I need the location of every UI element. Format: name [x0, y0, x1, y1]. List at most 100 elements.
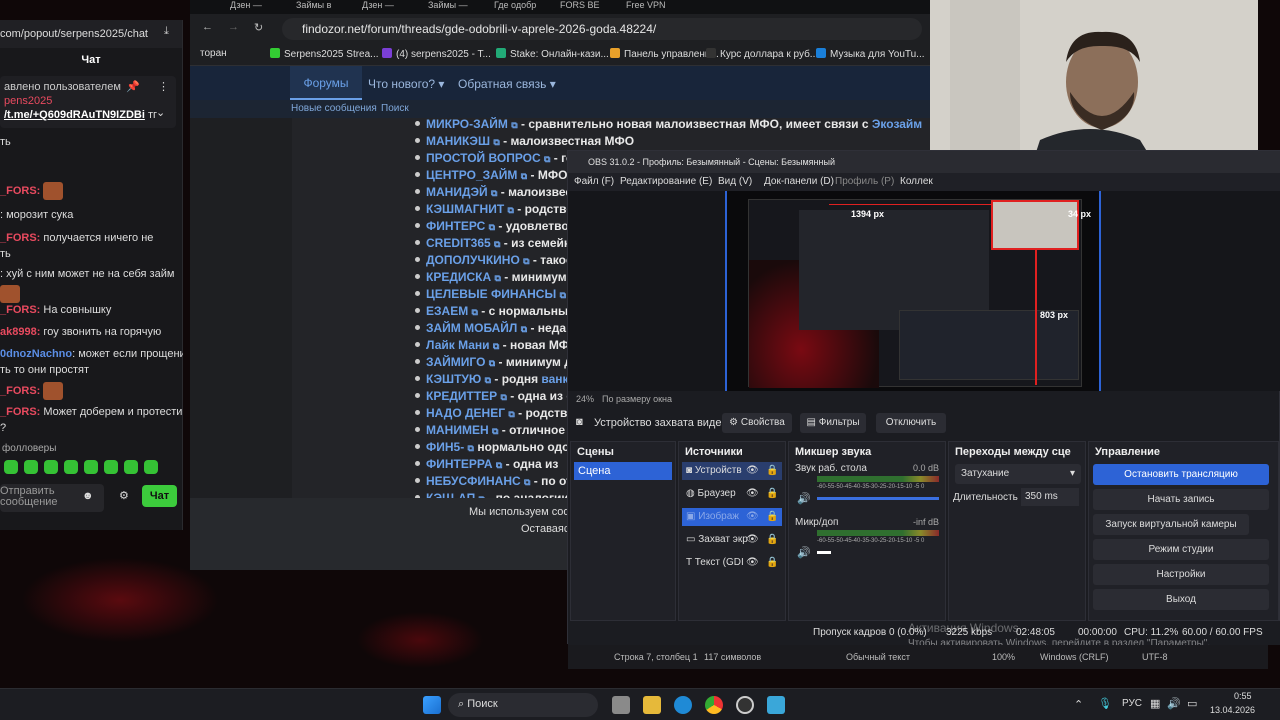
clock-date[interactable]: 13.04.2026 [1210, 705, 1255, 715]
pinned-link[interactable]: /t.me/+Q609dRAuTN9IZDBi [4, 109, 145, 121]
chat-username[interactable]: _FORS: [0, 232, 40, 244]
eye-icon[interactable]: 👁 [746, 531, 759, 549]
chrome-icon[interactable] [705, 696, 723, 714]
chat-username[interactable]: 0dnozNachno [0, 348, 72, 360]
properties-button[interactable]: ⚙ Свойства [722, 413, 792, 433]
emoji-icon[interactable]: ☻ [82, 490, 94, 502]
lender-link[interactable]: КРЕДИТТЕР [426, 389, 497, 403]
lender-link[interactable]: КЭШМАГНИТ [426, 202, 504, 216]
lender-link[interactable]: ЦЕЛЕВЫЕ ФИНАНСЫ [426, 287, 556, 301]
eye-icon[interactable]: 👁 [746, 508, 759, 526]
duration-field[interactable]: 350 ms [1021, 488, 1079, 506]
speaker-icon[interactable]: 🔊 [797, 492, 811, 505]
chat-username[interactable]: ak8998: [0, 326, 40, 338]
obs-menu-item[interactable]: Файл (F) [574, 176, 614, 187]
lender-link[interactable]: ДОПОЛУЧКИНО [426, 253, 520, 267]
notepad-icon[interactable] [767, 696, 785, 714]
lender-link[interactable]: ФИНТЕРРА [426, 457, 493, 471]
chat-url-bar[interactable]: com/popout/serpens2025/chat ⤓ [0, 20, 182, 48]
clock-time[interactable]: 0:55 [1234, 691, 1252, 701]
mixer-ch2-fader[interactable] [817, 551, 831, 554]
control-button[interactable]: Начать запись [1093, 489, 1269, 510]
chat-username[interactable]: _FORS: [0, 304, 40, 316]
lender-link[interactable]: НАДО ДЕНЕГ [426, 406, 505, 420]
eye-icon[interactable]: 👁 [746, 485, 759, 503]
lender-link[interactable]: НЕБУСФИНАНС [426, 474, 521, 488]
lender-link[interactable]: МАНИМЕН [426, 423, 489, 437]
lender-link[interactable]: CREDIT365 [426, 236, 491, 250]
lock-icon[interactable]: 🔒 [766, 554, 778, 572]
fit-mode[interactable]: По размеру окна [602, 394, 672, 404]
control-button[interactable]: Выход [1093, 589, 1269, 610]
more-icon[interactable]: ⋮ [158, 80, 169, 94]
lender-link[interactable]: МАНИДЭЙ [426, 185, 488, 199]
taskbar-search[interactable]: ⌕ Поиск [448, 693, 598, 717]
explorer-icon[interactable] [643, 696, 661, 714]
source-item[interactable]: T Текст (GDI 👁 🔒 [682, 554, 782, 572]
send-button[interactable]: Чат [142, 485, 177, 507]
disable-button[interactable]: Отключить [876, 413, 946, 433]
mixer-ch1-fader[interactable] [817, 497, 939, 500]
emote-row[interactable] [4, 460, 164, 477]
pin-icon[interactable]: 📌 [126, 80, 140, 94]
lender-link[interactable]: ЗАЙМ МОБАЙЛ [426, 321, 517, 335]
network-icon[interactable]: ▦ [1150, 697, 1160, 710]
chat-username[interactable]: _FORS: [0, 185, 40, 197]
obs-menu-item[interactable]: Вид (V) [718, 176, 752, 187]
lock-icon[interactable]: 🔒 [766, 531, 778, 549]
lock-icon[interactable]: 🔒 [766, 462, 778, 480]
lock-icon[interactable]: 🔒 [766, 508, 778, 526]
scene-item[interactable]: Сцена [574, 462, 672, 480]
lender-link[interactable]: ПРОСТОЙ ВОПРОС [426, 151, 541, 165]
lender-link[interactable]: ЦЕНТРО_ЗАЙМ [426, 168, 517, 182]
lender-desc: - малоизвестная МФО [499, 134, 635, 148]
obs-menu-item[interactable]: Док-панели (D) [764, 176, 834, 187]
lender-desc: - по от [530, 474, 572, 488]
lender-link[interactable]: ФИНТЕРС [426, 219, 485, 233]
eye-icon[interactable]: 👁 [746, 462, 759, 480]
lender-link[interactable]: Лайк Мани [426, 338, 490, 352]
settings-gear-icon[interactable]: ⚙ [119, 489, 129, 502]
tray-chevron-icon[interactable]: ⌃ [1074, 698, 1083, 711]
task-view-icon[interactable] [612, 696, 630, 714]
lender-link[interactable]: ЕЗАЕМ [426, 304, 468, 318]
mic-icon[interactable]: 🎙 [1098, 697, 1112, 710]
chevron-down-icon[interactable]: ⌄ [156, 106, 165, 120]
obs-icon[interactable] [736, 696, 754, 714]
download-icon[interactable]: ⤓ [164, 25, 169, 38]
lender-link[interactable]: МИКРО-ЗАЙМ [426, 117, 508, 131]
source-item[interactable]: ▭ Захват экр 👁 🔒 [682, 531, 782, 549]
control-button[interactable]: Настройки [1093, 564, 1269, 585]
control-button[interactable]: Режим студии [1093, 539, 1269, 560]
obs-menu-item[interactable]: Редактирование (E) [620, 176, 712, 187]
chat-username[interactable]: _FORS: [0, 406, 40, 418]
lender-link[interactable]: ФИН5- [426, 440, 464, 454]
transition-select[interactable]: Затухание ▾ [955, 464, 1081, 484]
obs-preview[interactable]: 1394 px 803 px 34 px 24% По размеру окна [568, 191, 1280, 404]
control-button[interactable]: Остановить трансляцию [1093, 464, 1269, 485]
eye-icon[interactable]: 👁 [746, 554, 759, 572]
control-button[interactable]: Запуск виртуальной камеры [1093, 514, 1249, 535]
chat-username[interactable]: _FORS: [0, 385, 40, 397]
source-item[interactable]: ▣ Изображ 👁 🔒 [682, 508, 782, 526]
lender-link[interactable]: ЗАЙМИГО [426, 355, 485, 369]
lender-desc: - малоизвес [497, 185, 573, 199]
speaker-icon[interactable]: 🔊 [797, 546, 811, 559]
related-link[interactable]: Экозайм [872, 117, 922, 131]
edge-icon[interactable] [674, 696, 692, 714]
lock-icon[interactable]: 🔒 [766, 485, 778, 503]
lender-link[interactable]: КЭШ-АП [426, 491, 475, 498]
lender-link[interactable]: КЭШТУЮ [426, 372, 481, 386]
obs-menu-item[interactable]: Коллек [900, 176, 933, 187]
language-indicator[interactable]: РУС [1122, 698, 1142, 709]
obs-menu-item[interactable]: Профиль (P) [835, 176, 894, 187]
pinned-message[interactable]: авлено пользователем pens2025 /t.me/+Q60… [0, 76, 176, 128]
source-item[interactable]: ◙ Устройств 👁 🔒 [682, 462, 782, 480]
lender-link[interactable]: МАНИКЭШ [426, 134, 490, 148]
battery-icon[interactable]: ▭ [1187, 697, 1197, 710]
volume-icon[interactable]: 🔊 [1167, 697, 1181, 710]
filters-button[interactable]: ▤ Фильтры [800, 413, 866, 433]
windows-start-icon[interactable] [423, 696, 441, 714]
lender-link[interactable]: КРЕДИСКА [426, 270, 491, 284]
source-item[interactable]: ◍ Браузер 👁 🔒 [682, 485, 782, 503]
